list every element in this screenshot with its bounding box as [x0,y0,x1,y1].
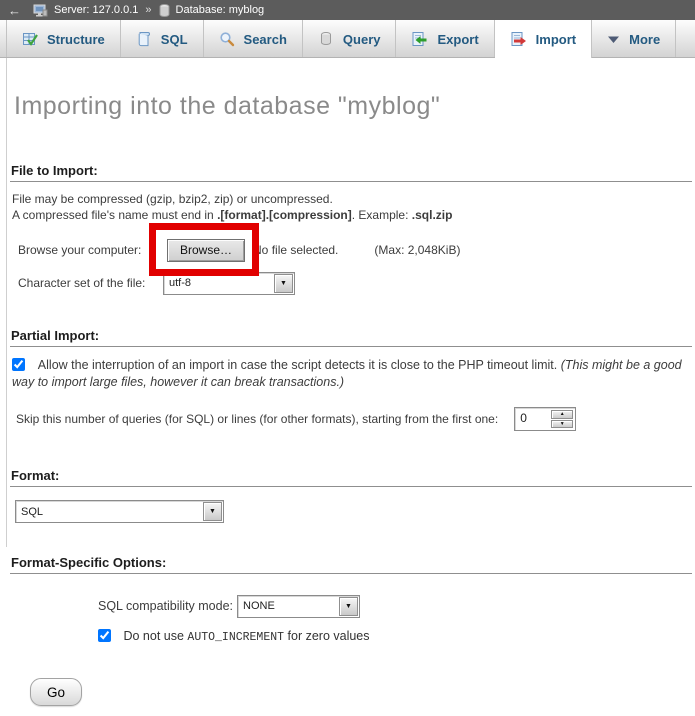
skip-queries-label: Skip this number of queries (for SQL) or… [16,412,498,426]
format-select[interactable]: SQL ▼ [15,500,224,523]
query-icon [318,31,334,47]
skip-queries-row: Skip this number of queries (for SQL) or… [10,407,693,431]
tab-more[interactable]: More [592,20,676,58]
tab-label: More [629,32,660,47]
tab-import[interactable]: Import [495,20,592,58]
browse-label: Browse your computer: [18,243,167,257]
tab-query[interactable]: Query [303,20,397,58]
back-arrow-icon[interactable]: ← [6,4,27,17]
dropdown-arrow-icon[interactable]: ▼ [203,502,222,521]
charset-row: Character set of the file: utf-8 ▼ [10,271,693,295]
dropdown-arrow-icon[interactable]: ▼ [339,597,358,616]
sql-compatibility-label: SQL compatibility mode: [98,599,237,613]
tab-structure[interactable]: Structure [6,20,121,58]
auto-increment-row: Do not use AUTO_INCREMENT for zero value… [10,629,693,645]
section-heading-format-specific: Format-Specific Options: [10,555,692,574]
charset-selected-value: utf-8 [164,277,273,289]
server-icon [33,4,48,17]
auto-increment-text-suffix: for zero values [284,629,369,643]
spinner-down-icon[interactable]: ▼ [551,420,573,429]
sql-compatibility-select[interactable]: NONE ▼ [237,595,360,618]
tab-label: Structure [47,32,105,47]
skip-queries-spinner[interactable]: 0 ▲ ▼ [514,407,576,431]
tab-sql[interactable]: SQL [121,20,204,58]
section-heading-partial-import: Partial Import: [10,328,692,347]
charset-select[interactable]: utf-8 ▼ [163,272,295,295]
no-file-selected-text: No file selected. [253,243,338,257]
browse-row: Browse your computer: Browse… No file se… [10,238,693,262]
allow-interruption-row: Allow the interruption of an import in c… [12,357,685,391]
breadcrumb-database[interactable]: Database: myblog [176,4,265,16]
auto-increment-text-prefix: Do not use [123,629,187,643]
section-heading-format: Format: [10,468,692,487]
structure-icon [22,31,38,47]
tab-export[interactable]: Export [396,20,494,58]
chevron-down-icon [607,35,620,44]
note-text: . Example: [352,208,412,222]
export-icon [411,31,428,47]
breadcrumb-server[interactable]: Server: 127.0.0.1 [54,4,138,16]
max-upload-size: (Max: 2,048KiB) [374,243,460,257]
import-page: Importing into the database "myblog" Fil… [0,92,695,706]
spinner-up-icon[interactable]: ▲ [551,410,573,419]
browse-button[interactable]: Browse… [167,239,245,262]
section-heading-file-to-import: File to Import: [10,163,692,182]
dropdown-arrow-icon[interactable]: ▼ [274,274,293,293]
breadcrumb-bar: ← Server: 127.0.0.1 » Database: myblog [0,0,695,20]
page-title: Importing into the database "myblog" [14,92,693,120]
compression-note-line1: File may be compressed (gzip, bzip2, zip… [12,191,693,207]
database-icon [159,4,170,17]
note-bold-example: .sql.zip [412,208,453,222]
go-button[interactable]: Go [30,678,82,706]
search-icon [219,31,235,47]
import-icon [510,31,527,47]
tab-label: Export [437,32,478,47]
note-text: A compressed file's name must end in [12,208,217,222]
tab-label: Query [343,32,381,47]
tab-label: Search [244,32,287,47]
compression-note-line2: A compressed file's name must end in .[f… [12,207,693,223]
sql-compatibility-value: NONE [238,600,338,612]
sql-icon [136,31,152,47]
sql-compatibility-row: SQL compatibility mode: NONE ▼ [10,594,693,618]
note-bold-format: .[format].[compression] [217,208,352,222]
breadcrumb-separator: » [144,4,152,16]
auto-increment-code: AUTO_INCREMENT [187,631,284,644]
allow-interruption-text: Allow the interruption of an import in c… [38,358,561,372]
allow-interruption-checkbox[interactable] [12,358,25,371]
charset-label: Character set of the file: [18,276,163,290]
tab-bar: Structure SQL Search Query [0,20,695,58]
tab-label: Import [536,32,576,47]
tab-label: SQL [161,32,188,47]
skip-queries-value[interactable]: 0 [515,408,551,430]
auto-increment-checkbox[interactable] [98,629,111,642]
format-selected-value: SQL [16,506,202,518]
tab-search[interactable]: Search [204,20,303,58]
